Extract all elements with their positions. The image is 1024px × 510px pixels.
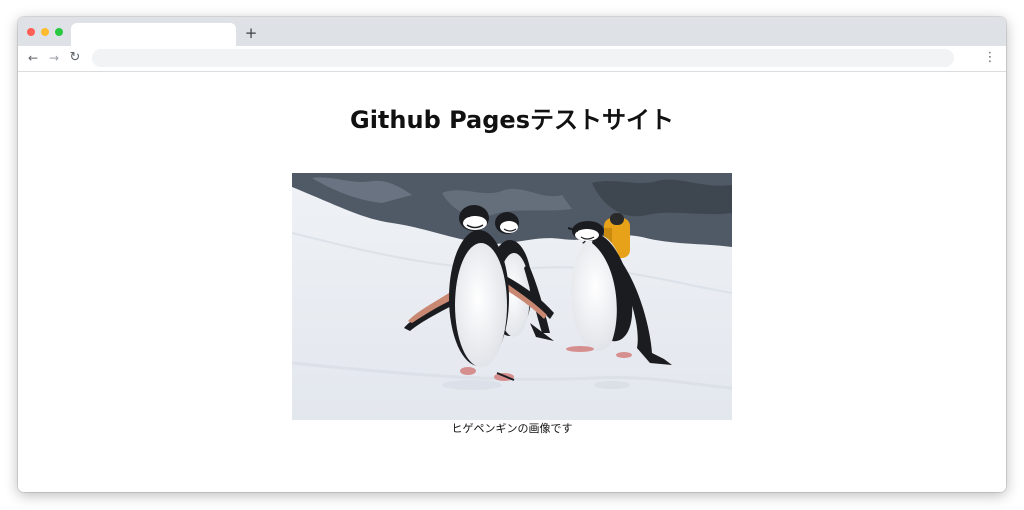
tab-active[interactable] bbox=[71, 23, 236, 46]
page-title: Github Pagesテストサイト bbox=[350, 106, 674, 134]
back-button[interactable]: ← bbox=[24, 49, 42, 67]
browser-window: + ← → ↻ ⋮ Github Pagesテストサイト ヒゲペンギンの画像です bbox=[18, 17, 1006, 492]
kebab-menu-icon: ⋮ bbox=[983, 50, 997, 65]
browser-menu-button[interactable]: ⋮ bbox=[982, 49, 998, 67]
arrow-right-icon: → bbox=[48, 51, 60, 65]
reload-button[interactable]: ↻ bbox=[66, 49, 84, 67]
image-caption: ヒゲペンギンの画像です bbox=[451, 422, 573, 435]
screenshot-stage: + ← → ↻ ⋮ Github Pagesテストサイト ヒゲペンギンの画像です bbox=[0, 0, 1024, 510]
window-maximize-button[interactable] bbox=[55, 28, 63, 36]
arrow-left-icon: ← bbox=[27, 51, 39, 65]
page-content: Github Pagesテストサイト ヒゲペンギンの画像です bbox=[18, 72, 1006, 492]
address-bar[interactable] bbox=[92, 49, 954, 67]
window-close-button[interactable] bbox=[27, 28, 35, 36]
reload-icon: ↻ bbox=[69, 50, 81, 65]
new-tab-button[interactable]: + bbox=[243, 23, 259, 43]
window-minimize-button[interactable] bbox=[41, 28, 49, 36]
forward-button[interactable]: → bbox=[45, 49, 63, 67]
tab-strip: + bbox=[18, 17, 1006, 46]
browser-toolbar: ← → ↻ ⋮ bbox=[18, 46, 1006, 72]
penguin-image bbox=[292, 173, 732, 420]
